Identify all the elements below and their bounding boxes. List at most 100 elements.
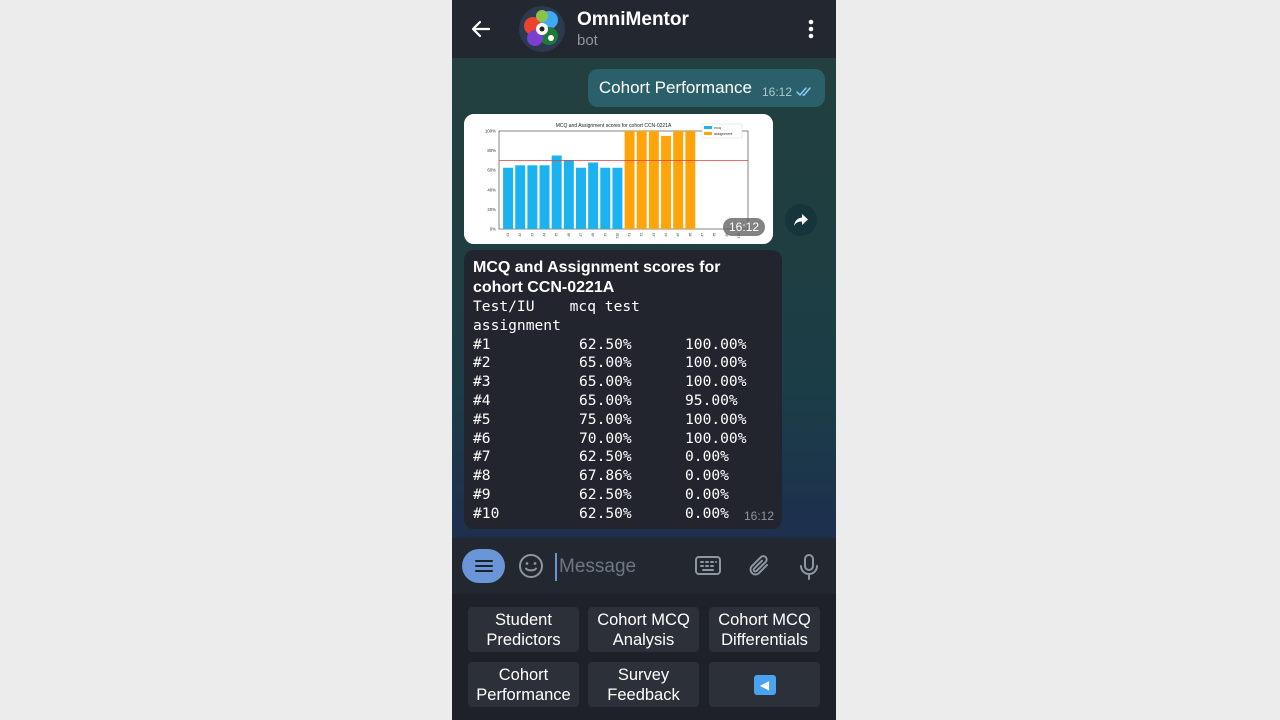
back-button[interactable]: ◀ <box>709 662 820 707</box>
assignment-bar <box>673 131 684 229</box>
incoming-report-message[interactable]: MCQ and Assignment scores for cohort CCN… <box>464 250 782 529</box>
mcq-bar <box>551 155 562 229</box>
report-cell: #2 <box>473 354 491 372</box>
assignment-bar <box>685 131 696 229</box>
back-arrow-icon[interactable] <box>468 16 494 42</box>
report-cell: 62.50% <box>579 504 632 522</box>
chat-title[interactable]: OmniMentor <box>577 9 689 31</box>
y-tick-label: 60% <box>487 168 496 173</box>
cohort-mcq-analysis-button[interactable]: Cohort MCQ Analysis <box>588 607 699 652</box>
report-cell: #9 <box>473 485 491 503</box>
report-cell: 100.00% <box>685 354 747 372</box>
report-cell: 62.50% <box>579 335 632 353</box>
bot-menu-button[interactable] <box>462 549 505 583</box>
x-tick-label: #10 <box>615 233 619 239</box>
report-cell: 70.00% <box>579 429 632 447</box>
assignment-bar <box>624 131 635 229</box>
report-cell: 62.50% <box>579 448 632 466</box>
menu-lines-icon <box>474 560 493 572</box>
report-cell: #6 <box>473 429 491 447</box>
report-row: #1 62.50% 100.00% <box>473 336 773 355</box>
report-cell: 100.00% <box>685 335 747 353</box>
more-vertical-icon[interactable] <box>800 16 822 42</box>
report-row: #5 75.00% 100.00% <box>473 411 773 430</box>
cohort-performance-button[interactable]: Cohort Performance <box>468 662 579 707</box>
x-tick-label: #7 <box>579 233 583 237</box>
x-tick-label: #2 <box>640 233 644 237</box>
x-tick-label: #2 <box>518 233 522 237</box>
survey-feedback-button[interactable]: Survey Feedback <box>588 662 699 707</box>
legend-label: assignment <box>714 132 732 136</box>
microphone-icon[interactable] <box>798 553 820 586</box>
y-tick-label: 20% <box>487 207 496 212</box>
x-tick-label: #1 <box>506 233 510 237</box>
x-tick-label: #8 <box>591 233 595 237</box>
x-tick-label: #5 <box>555 233 559 237</box>
report-title: MCQ and Assignment scores for cohort CCN… <box>473 259 721 296</box>
back-triangle-icon: ◀ <box>753 674 776 695</box>
telegram-app: OmniMentor bot Cohort Performance 16:12 … <box>452 0 836 720</box>
mcq-bar <box>575 167 586 229</box>
x-tick-label: #3 <box>652 233 656 237</box>
report-cell: 65.00% <box>579 354 632 372</box>
bot-avatar[interactable] <box>519 6 565 52</box>
report-row: #10 62.50% 0.00% <box>473 505 773 524</box>
assignment-bar <box>661 135 672 229</box>
bot-reply-keyboard: Student Predictors Cohort MCQ Analysis C… <box>452 594 836 720</box>
outgoing-message[interactable]: Cohort Performance 16:12 <box>587 69 825 107</box>
report-table: #1 62.50% 100.00% #2 65.00% 100.00% #3 65.00% 10… <box>473 336 773 524</box>
report-row: #6 70.00% 100.00% <box>473 430 773 449</box>
report-cell: #7 <box>473 448 491 466</box>
report-row: #4 65.00% 95.00% <box>473 392 773 411</box>
x-tick-label: #1 <box>628 233 632 237</box>
message-time: 16:12 <box>761 85 792 99</box>
report-cell: 0.00% <box>685 467 729 485</box>
message-list[interactable]: Cohort Performance 16:12 MCQ and Assignm… <box>452 58 836 538</box>
share-arrow-icon[interactable] <box>785 204 817 236</box>
y-tick-label: 0% <box>490 227 496 232</box>
paperclip-icon[interactable] <box>747 553 773 586</box>
report-header-line: assignment <box>473 316 561 334</box>
report-row: #8 67.86% 0.00% <box>473 467 773 486</box>
x-tick-label: #4 <box>664 233 668 237</box>
report-cell: 65.00% <box>579 373 632 391</box>
mcq-bar <box>503 167 514 229</box>
read-checkmarks-icon <box>796 82 814 102</box>
mcq-bar <box>515 165 526 229</box>
report-cell: #8 <box>473 467 491 485</box>
report-cell: 75.00% <box>579 410 632 428</box>
report-cell: 100.00% <box>685 373 747 391</box>
x-tick-label: #9 <box>603 233 607 237</box>
mcq-bar <box>527 165 538 229</box>
mcq-bar <box>612 167 623 229</box>
report-cell: #10 <box>473 504 500 522</box>
report-cell: #5 <box>473 410 491 428</box>
keyboard-icon[interactable] <box>694 554 722 583</box>
report-cell: 0.00% <box>685 485 729 503</box>
report-cell: 62.50% <box>579 485 632 503</box>
x-tick-label: #8 <box>713 233 717 237</box>
x-tick-label: #7 <box>700 233 704 237</box>
assignment-bar <box>648 131 659 229</box>
report-cell: 95.00% <box>685 391 738 409</box>
assignment-bar <box>636 131 647 229</box>
cohort-mcq-differentials-button[interactable]: Cohort MCQ Differentials <box>709 607 820 652</box>
student-predictors-button[interactable]: Student Predictors <box>468 607 579 652</box>
chart-image-message[interactable]: MCQ and Assignment scores for cohort CCN… <box>464 114 773 244</box>
y-tick-label: 40% <box>487 187 496 192</box>
report-cell: #3 <box>473 373 491 391</box>
emoji-icon[interactable] <box>518 553 544 584</box>
x-tick-label: #3 <box>530 233 534 237</box>
legend-swatch-assignment <box>704 132 712 135</box>
report-row: #2 65.00% 100.00% <box>473 354 773 373</box>
chat-header: OmniMentor bot <box>452 0 836 58</box>
report-cell: #4 <box>473 391 491 409</box>
legend-swatch-mcq <box>704 126 712 129</box>
outgoing-message-text: Cohort Performance <box>598 78 752 97</box>
y-tick-label: 100% <box>485 129 496 134</box>
message-input[interactable] <box>555 553 685 581</box>
message-time: 16:12 <box>743 509 774 523</box>
mcq-bar <box>588 162 599 229</box>
report-cell: 100.00% <box>685 429 747 447</box>
x-tick-label: #5 <box>676 233 680 237</box>
